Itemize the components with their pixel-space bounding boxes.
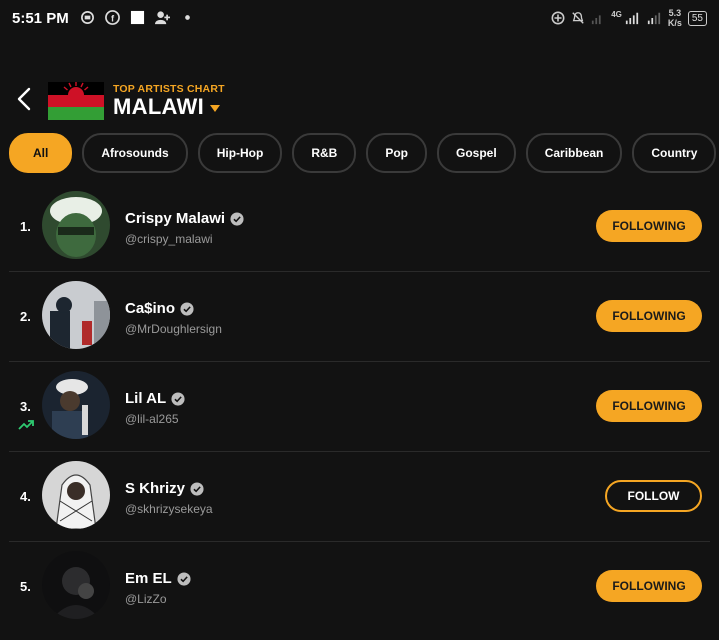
dot-icon [185,15,190,20]
artist-name[interactable]: Lil AL [125,390,166,407]
network-speed: 5.3 K/s [668,8,682,28]
svg-text:f: f [111,13,115,23]
artist-rank: 4. [20,489,31,504]
country-name: MALAWI [113,94,205,119]
artist-name-line: S Khrizy [125,480,204,497]
message-icon [81,11,94,24]
artist-avatar[interactable] [42,371,110,439]
facebook-icon: f [105,10,120,25]
artist-handle: @skhrizysekeya [125,502,213,516]
following-button[interactable]: FOLLOWING [596,300,702,332]
artist-row[interactable]: 4. S Khrizy @skhrizysekeya FOLLOW [9,452,710,542]
mute-icon [572,12,584,24]
genre-chip-gospel[interactable]: Gospel [437,133,516,173]
artist-list: 1. Crispy Malawi @crispy_malawi FOLLOWING 2.… [9,182,710,631]
rising-sun-icon [63,82,89,95]
artist-handle: @MrDoughlersign [125,322,222,336]
following-button[interactable]: FOLLOWING [596,390,702,422]
genre-chip-caribbean[interactable]: Caribbean [525,133,623,173]
following-button[interactable]: FOLLOWING [596,210,702,242]
status-bar: 5:51 PM f 4G 5.3 K/s 55 [0,0,719,40]
dropdown-caret-icon [210,105,221,112]
genre-chip-pop[interactable]: Pop [366,133,428,173]
add-contact-icon [155,11,170,25]
malawi-flag [48,82,104,120]
artist-handle: @crispy_malawi [125,232,213,246]
signal-strength-icon [625,12,638,25]
network-type: 4G [611,9,622,19]
artist-rank: 1. [20,219,31,234]
artist-rank: 2. [20,309,31,324]
artist-row[interactable]: 1. Crispy Malawi @crispy_malawi FOLLOWING [9,182,710,272]
data-saver-icon [551,11,565,25]
follow-button[interactable]: FOLLOW [605,480,702,512]
status-time: 5:51 PM [12,10,69,27]
square-icon [130,10,145,25]
artist-handle: @lil-al265 [125,412,179,426]
artist-name-line: Em EL [125,570,191,587]
artist-avatar[interactable] [42,191,110,259]
signal-icon [592,15,601,25]
genre-chip-country[interactable]: Country [632,133,717,173]
artist-handle: @LizZo [125,592,167,606]
artist-rank: 3. [20,399,31,414]
artist-name-line: Crispy Malawi [125,210,244,227]
genre-chip-hip-hop[interactable]: Hip-Hop [197,133,283,173]
flag-stripe-red [48,94,104,108]
artist-name[interactable]: Ca$ino [125,300,175,317]
artist-rank: 5. [20,579,31,594]
artist-row[interactable]: 5. Em EL @LizZo FOLLOWING [9,542,710,631]
verified-badge-icon [171,391,185,406]
following-button[interactable]: FOLLOWING [596,570,702,602]
back-arrow-icon[interactable] [12,86,38,112]
artist-row[interactable]: 3. Lil AL @lil-al265 FOLLOWING [9,362,710,452]
network-speed-value: 5.3 [668,8,682,18]
artist-avatar[interactable] [42,461,110,529]
verified-badge-icon [190,481,204,496]
genre-chip-all[interactable]: All [9,133,73,173]
flag-stripe-black [48,82,104,95]
battery-icon: 55 [687,10,707,26]
artist-name-line: Lil AL [125,390,185,407]
signal-strength-2-icon [647,12,660,25]
country-selector[interactable]: MALAWI [113,94,221,120]
artist-name[interactable]: S Khrizy [125,480,185,497]
notification-icons: f [80,10,195,25]
verified-badge-icon [230,211,244,226]
genre-filter-bar: All Afrosounds Hip-Hop R&B Pop Gospel Caribbea… [9,133,719,173]
system-icons: 4G 5.3 K/s 55 [551,8,707,28]
network-speed-unit: K/s [667,18,682,28]
artist-name[interactable]: Crispy Malawi [125,210,225,227]
artist-name-line: Ca$ino [125,300,194,317]
genre-chip-r-b[interactable]: R&B [292,133,357,173]
artist-avatar[interactable] [42,551,110,619]
verified-badge-icon [177,571,191,586]
verified-badge-icon [180,301,194,316]
flag-stripe-green [48,107,104,120]
artist-row[interactable]: 2. Ca$ino @MrDoughlersign FOLLOWING [9,272,710,362]
genre-chip-afrosounds[interactable]: Afrosounds [82,133,188,173]
trending-up-icon [18,420,34,430]
artist-avatar[interactable] [42,281,110,349]
artist-name[interactable]: Em EL [125,570,172,587]
